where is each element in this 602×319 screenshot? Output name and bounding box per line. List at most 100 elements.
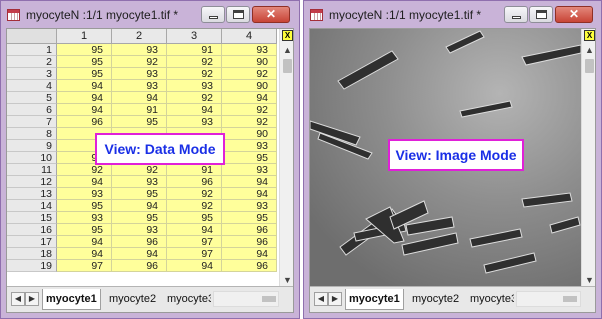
table-cell[interactable]: 95 [112,116,167,128]
table-cell[interactable]: 95 [167,212,222,224]
row-header[interactable]: 17 [7,236,57,248]
column-header[interactable]: 2 [112,29,167,44]
table-cell[interactable]: 93 [222,200,277,212]
table-cell[interactable]: 94 [222,176,277,188]
table-cell[interactable]: 92 [167,200,222,212]
table-cell[interactable]: 96 [112,260,167,272]
table-cell[interactable]: 96 [167,176,222,188]
table-cell[interactable]: 96 [57,116,112,128]
close-button[interactable]: ✕ [252,6,290,23]
table-cell[interactable]: 94 [57,92,112,104]
table-cell[interactable]: 94 [112,92,167,104]
table-cell[interactable]: 93 [222,44,277,56]
table-cell[interactable]: 91 [167,164,222,176]
row-header[interactable]: 19 [7,260,57,272]
table-cell[interactable]: 92 [112,56,167,68]
row-header[interactable]: 16 [7,224,57,236]
row-header[interactable]: 7 [7,116,57,128]
table-cell[interactable]: 96 [222,236,277,248]
scroll-up-icon[interactable]: ▲ [582,43,595,57]
column-header[interactable]: 4 [222,29,277,44]
table-cell[interactable]: 94 [222,92,277,104]
tab-myocyte3[interactable]: myocyte3 [167,289,211,309]
table-cell[interactable]: 96 [222,224,277,236]
table-cell[interactable]: 93 [167,80,222,92]
table-cell[interactable]: 94 [57,236,112,248]
table-cell[interactable]: 94 [57,104,112,116]
column-header[interactable]: 3 [167,29,222,44]
table-cell[interactable]: 95 [112,188,167,200]
table-cell[interactable]: 93 [167,116,222,128]
table-cell[interactable]: 92 [112,164,167,176]
scroll-left-icon[interactable]: ◀ [11,292,25,306]
maximize-button[interactable] [226,6,250,23]
table-cell[interactable]: 95 [222,152,277,164]
row-header[interactable]: 12 [7,176,57,188]
title-bar[interactable]: myocyteN :1/1 myocyte1.tif * ✕ [304,1,601,28]
table-cell[interactable]: 94 [57,80,112,92]
table-cell[interactable]: 96 [112,236,167,248]
scroll-right-icon[interactable]: ▶ [25,292,39,306]
vertical-scrollbar[interactable]: X ▲ ▼ [279,29,293,287]
minimize-button[interactable] [504,6,528,23]
table-cell[interactable]: 92 [167,68,222,80]
table-cell[interactable]: 94 [57,176,112,188]
table-cell[interactable]: 90 [222,56,277,68]
maximize-button[interactable] [529,6,553,23]
table-cell[interactable]: 93 [57,188,112,200]
table-cell[interactable]: 92 [222,116,277,128]
table-cell[interactable]: 93 [57,212,112,224]
row-header[interactable]: 15 [7,212,57,224]
row-header[interactable]: 13 [7,188,57,200]
table-cell[interactable]: 95 [112,212,167,224]
table-cell[interactable]: 90 [222,128,277,140]
scroll-left-icon[interactable]: ◀ [314,292,328,306]
row-header[interactable]: 6 [7,104,57,116]
tab-myocyte1[interactable]: myocyte1 [42,289,101,310]
table-cell[interactable]: 92 [222,104,277,116]
tab-myocyte2[interactable]: myocyte2 [109,289,156,309]
table-cell[interactable]: 93 [112,224,167,236]
table-cell[interactable]: 93 [112,68,167,80]
table-cell[interactable]: 94 [222,248,277,260]
horizontal-scrollbar[interactable] [516,291,581,307]
table-cell[interactable]: 94 [167,260,222,272]
row-header[interactable]: 8 [7,128,57,140]
table-cell[interactable]: 93 [222,164,277,176]
horizontal-scroll-thumb[interactable] [563,296,577,302]
scroll-down-icon[interactable]: ▼ [280,273,293,287]
table-cell[interactable]: 95 [57,200,112,212]
row-header[interactable]: 3 [7,68,57,80]
table-cell[interactable]: 93 [112,44,167,56]
table-cell[interactable]: 94 [167,224,222,236]
close-button[interactable]: ✕ [555,6,593,23]
horizontal-scrollbar[interactable] [213,291,279,307]
grid-corner[interactable] [7,29,57,44]
table-cell[interactable]: 92 [167,92,222,104]
scroll-up-icon[interactable]: ▲ [280,43,293,57]
table-cell[interactable]: 93 [222,140,277,152]
table-cell[interactable]: 92 [167,56,222,68]
table-cell[interactable]: 97 [57,260,112,272]
scroll-right-icon[interactable]: ▶ [328,292,342,306]
column-header[interactable]: 1 [57,29,112,44]
scroll-down-icon[interactable]: ▼ [582,273,595,287]
row-header[interactable]: 4 [7,80,57,92]
table-cell[interactable]: 94 [222,188,277,200]
table-cell[interactable]: 95 [57,44,112,56]
row-header[interactable]: 2 [7,56,57,68]
row-header[interactable]: 9 [7,140,57,152]
table-cell[interactable]: 95 [222,212,277,224]
row-header[interactable]: 1 [7,44,57,56]
row-header[interactable]: 18 [7,248,57,260]
title-bar[interactable]: myocyteN :1/1 myocyte1.tif * ✕ [1,1,299,28]
horizontal-scroll-thumb[interactable] [262,296,276,302]
table-cell[interactable]: 94 [167,104,222,116]
row-header[interactable]: 11 [7,164,57,176]
table-cell[interactable]: 94 [112,200,167,212]
table-cell[interactable]: 94 [112,248,167,260]
table-cell[interactable]: 95 [57,224,112,236]
scroll-thumb[interactable] [283,59,292,73]
table-cell[interactable]: 97 [167,248,222,260]
table-cell[interactable]: 96 [222,260,277,272]
